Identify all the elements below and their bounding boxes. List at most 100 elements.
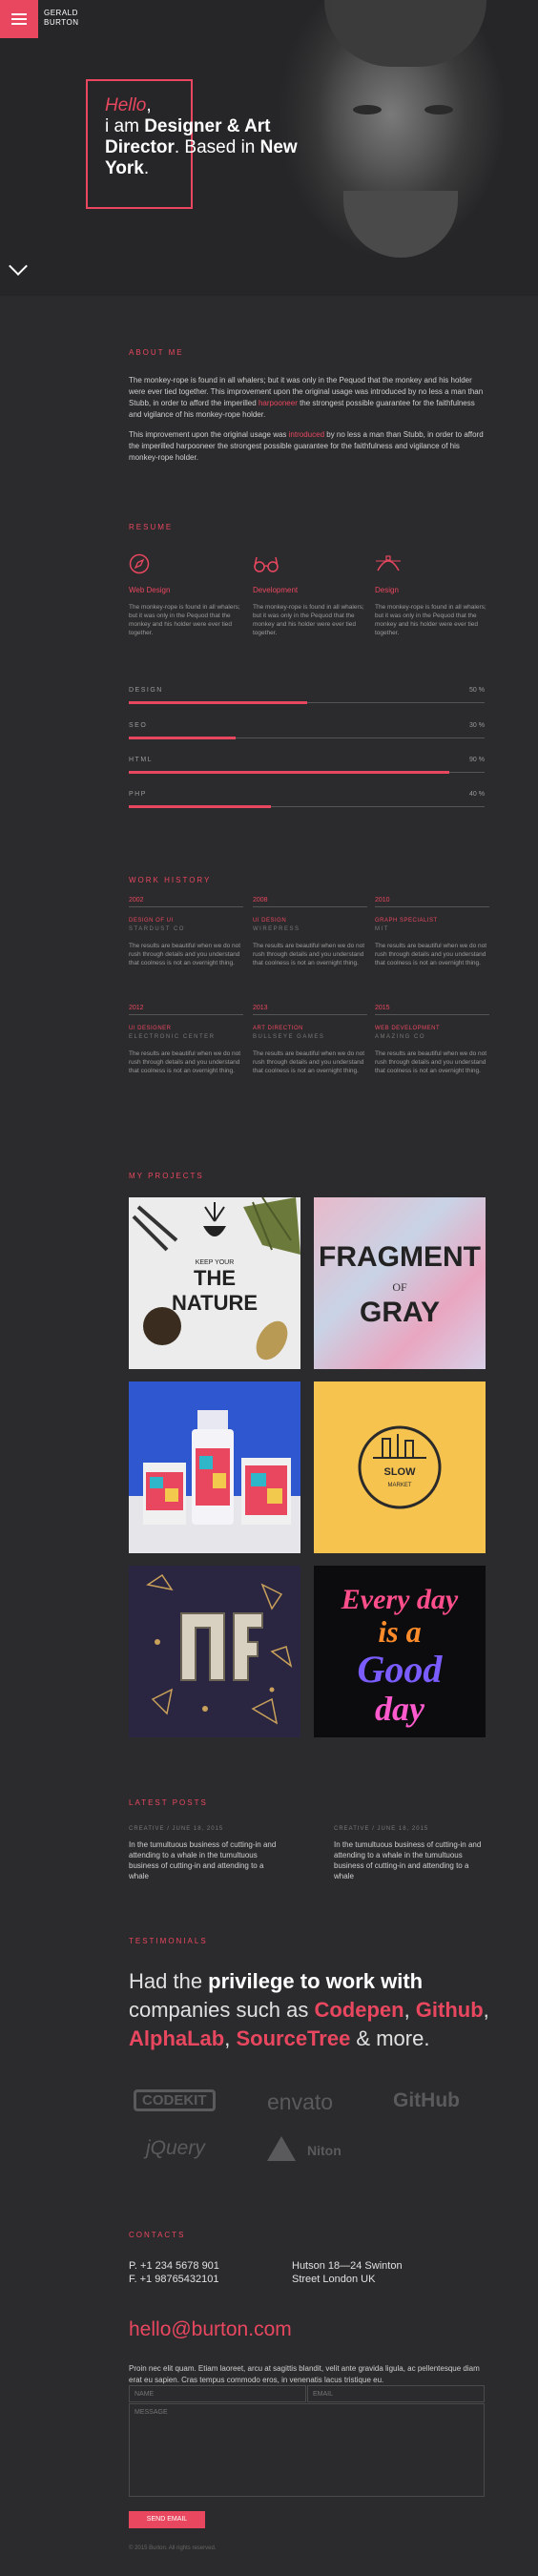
- project-thumbnail[interactable]: Every day is a Good day: [314, 1566, 486, 1737]
- job-role: ART DIRECTION: [253, 1026, 303, 1031]
- brand-line-2: BURTON: [44, 18, 79, 27]
- skill-label: HTML: [129, 757, 154, 763]
- project-caption: GRAY: [360, 1297, 440, 1328]
- project-artwork: Every day is a Good day: [341, 1584, 459, 1728]
- chevron-down-icon[interactable]: [9, 257, 28, 276]
- project-caption: FRAGMENT: [319, 1241, 481, 1273]
- contact-paragraph: Proin nec elit quam. Etiam laoreet, arcu…: [129, 2364, 480, 2384]
- hero-comma: ,: [146, 95, 152, 115]
- project-thumbnail[interactable]: KEEP YOUR THE NATURE: [129, 1197, 300, 1369]
- project-caption: SLOW: [384, 1466, 417, 1478]
- job-entry: 2002 DESIGN OF UI STARDUST CO The result…: [129, 897, 243, 967]
- skill-label: DESIGN: [129, 687, 163, 694]
- post-meta: CREATIVE / JUNE 18, 2015: [129, 1826, 224, 1832]
- job-year: 2013: [253, 1005, 367, 1015]
- job-role: UI DESIGN: [253, 918, 287, 924]
- job-company: STARDUST CO: [129, 926, 185, 932]
- job-role: GRAPH SPECIALIST: [375, 918, 438, 924]
- about-paragraph-2: This improvement upon the original usage…: [129, 430, 484, 462]
- project-caption: NATURE: [172, 1291, 258, 1315]
- project-thumbnail[interactable]: SLOW MARKET: [314, 1381, 486, 1553]
- job-description: The results are beautiful when we do not…: [375, 943, 487, 966]
- skill-label: SEO: [129, 722, 148, 729]
- client-logo-envato: envato: [267, 2089, 334, 2114]
- skill-bar: [129, 701, 485, 704]
- project-caption: OF: [392, 1280, 407, 1294]
- menu-button[interactable]: [0, 0, 38, 38]
- post-meta: CREATIVE / JUNE 18, 2015: [334, 1826, 429, 1832]
- about-title: ABOUT ME: [129, 348, 184, 357]
- email-field[interactable]: [307, 2385, 485, 2402]
- job-company: MIT: [375, 926, 389, 932]
- project-thumbnail[interactable]: [129, 1381, 300, 1553]
- hamburger-icon: [11, 18, 27, 20]
- brand-logo[interactable]: GERALD BURTON: [44, 9, 79, 28]
- job-entry: 2010 GRAPH SPECIALIST MIT The results ar…: [375, 897, 489, 967]
- project-caption: Good: [358, 1648, 444, 1691]
- job-year: 2012: [129, 1005, 243, 1015]
- hamburger-icon: [11, 13, 27, 15]
- resume-col-text: The monkey-rope is found in all whalers;…: [129, 604, 240, 636]
- name-field[interactable]: [129, 2385, 306, 2402]
- projects-title: MY PROJECTS: [129, 1172, 204, 1180]
- post-title-link[interactable]: In the tumultuous business of cutting-in…: [129, 1839, 281, 1881]
- send-email-button[interactable]: SEND EMAIL: [129, 2511, 205, 2528]
- message-field[interactable]: [129, 2403, 485, 2497]
- about-link-harpooneer[interactable]: harpooneer: [259, 399, 298, 407]
- testimonials-title: TESTIMONIALS: [129, 1937, 208, 1945]
- project-caption: day: [375, 1690, 425, 1728]
- skill-bar-fill: [129, 701, 307, 704]
- job-year: 2015: [375, 1005, 489, 1015]
- job-description: The results are beautiful when we do not…: [253, 943, 365, 966]
- job-role: WEB DEVELOPMENT: [375, 1026, 441, 1031]
- skill-bar: [129, 737, 485, 739]
- resume-col-title: Design: [375, 586, 399, 594]
- job-description: The results are beautiful when we do not…: [253, 1050, 365, 1074]
- posts-title: LATEST POSTS: [129, 1798, 208, 1807]
- about-link-introduced[interactable]: introduced: [289, 430, 324, 439]
- project-caption: is a: [378, 1614, 421, 1649]
- job-company: ELECTRONIC CENTER: [129, 1034, 216, 1040]
- contact-email-link[interactable]: hello@burton.com: [129, 2318, 292, 2341]
- job-entry: 2012 UI DESIGNER ELECTRONIC CENTER The r…: [129, 1005, 243, 1075]
- hamburger-icon: [11, 23, 27, 25]
- job-year: 2002: [129, 897, 243, 907]
- job-description: The results are beautiful when we do not…: [129, 943, 241, 966]
- skill-percent: 90 %: [469, 757, 485, 763]
- client-logo-jquery: jQuery: [146, 2137, 205, 2159]
- work-title: WORK HISTORY: [129, 876, 212, 884]
- job-company: AMAZING CO: [375, 1034, 426, 1040]
- job-company: WIREPRESS: [253, 926, 300, 932]
- project-caption: MARKET: [387, 1483, 411, 1488]
- post-title-link[interactable]: In the tumultuous business of cutting-in…: [334, 1839, 486, 1881]
- contact-address-2: Street London UK: [292, 2274, 376, 2285]
- job-description: The results are beautiful when we do not…: [129, 1050, 241, 1074]
- skill-bar-fill: [129, 771, 449, 774]
- compass-icon: [129, 553, 150, 574]
- project-artwork: [129, 1410, 300, 1553]
- contact-title: CONTACTS: [129, 2231, 186, 2239]
- hero-hello: Hello: [105, 95, 147, 115]
- skill-bar: [129, 805, 485, 808]
- skill-label: PHP: [129, 791, 147, 798]
- about-paragraph-1: The monkey-rope is found in all whalers;…: [129, 376, 484, 419]
- project-caption: KEEP YOUR: [196, 1259, 235, 1266]
- job-entry: 2008 UI DESIGN WIREPRESS The results are…: [253, 897, 367, 967]
- portrait-eye: [424, 105, 453, 114]
- brand-line-1: GERALD: [44, 9, 78, 17]
- project-thumbnail[interactable]: [129, 1566, 300, 1737]
- resume-col-text: The monkey-rope is found in all whalers;…: [253, 604, 364, 636]
- niton-icon: [267, 2136, 296, 2161]
- resume-title: RESUME: [129, 523, 174, 531]
- project-thumbnail[interactable]: FRAGMENT OF GRAY: [314, 1197, 486, 1369]
- hero-section: GERALD BURTON Hello, i am Designer & Art…: [0, 0, 538, 296]
- skill-bar-fill: [129, 737, 236, 739]
- copyright-text: © 2015 Burton. All rights reserved.: [129, 2545, 217, 2551]
- client-logo-codekit: CODEKIT: [134, 2089, 216, 2111]
- job-role: DESIGN OF UI: [129, 918, 174, 924]
- resume-col-title: Development: [253, 586, 299, 594]
- skill-percent: 50 %: [469, 687, 485, 694]
- skill-percent: 30 %: [469, 722, 485, 729]
- skill-bar: [129, 771, 485, 774]
- job-year: 2008: [253, 897, 367, 907]
